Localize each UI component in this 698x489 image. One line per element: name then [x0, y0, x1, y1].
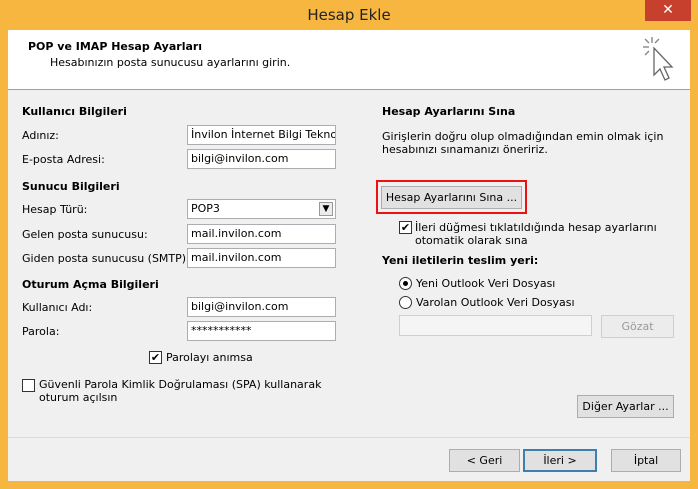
password-input[interactable]: ***********	[187, 321, 336, 341]
title-bar: Hesap Ekle ✕	[0, 0, 698, 30]
back-button[interactable]: < Geri	[449, 449, 520, 472]
email-label: E-posta Adresi:	[22, 153, 105, 166]
test-desc-line2: hesabınızı sınamanızı öneririz.	[382, 143, 548, 156]
existing-data-file-radio[interactable]	[399, 296, 412, 309]
auto-test-checkbox[interactable]: ✔	[399, 221, 412, 234]
spa-label-line1: Güvenli Parola Kimlik Doğrulaması (SPA) …	[39, 378, 322, 391]
existing-data-file-input[interactable]	[399, 315, 592, 336]
auto-test-label-line1: İleri düğmesi tıklatıldığında hesap ayar…	[415, 221, 657, 234]
dialog-client: POP ve IMAP Hesap Ayarları Hesabınızın p…	[8, 30, 690, 481]
spa-label-line2: oturum açılsın	[39, 391, 118, 404]
remember-password-checkbox[interactable]: ✔	[149, 351, 162, 364]
test-settings-heading: Hesap Ayarlarını Sına	[382, 105, 516, 118]
spa-checkbox[interactable]	[22, 379, 35, 392]
close-button[interactable]: ✕	[645, 0, 691, 21]
remember-password-label: Parolayı anımsa	[166, 351, 253, 364]
logon-info-heading: Oturum Açma Bilgileri	[22, 278, 159, 291]
email-input[interactable]: bilgi@invilon.com	[187, 149, 336, 169]
incoming-server-label: Gelen posta sunucusu:	[22, 228, 148, 241]
form-area: Kullanıcı Bilgileri Adınız: İnvilon İnte…	[8, 91, 690, 481]
page-title: POP ve IMAP Hesap Ayarları	[28, 40, 203, 53]
dialog-window: Hesap Ekle ✕ POP ve IMAP Hesap Ayarları …	[0, 0, 698, 489]
existing-data-file-label: Varolan Outlook Veri Dosyası	[416, 296, 575, 309]
next-button[interactable]: İleri >	[523, 449, 597, 472]
test-settings-button[interactable]: Hesap Ayarlarını Sına ...	[381, 186, 522, 209]
outgoing-server-input[interactable]: mail.invilon.com	[187, 248, 336, 268]
more-settings-button[interactable]: Diğer Ayarlar ...	[577, 395, 674, 418]
cursor-sparkle-icon	[643, 37, 674, 81]
browse-button[interactable]: Gözat	[601, 315, 674, 338]
chevron-down-icon[interactable]: ▼	[319, 202, 333, 216]
server-info-heading: Sunucu Bilgileri	[22, 180, 120, 193]
new-data-file-radio[interactable]	[399, 277, 412, 290]
name-label: Adınız:	[22, 129, 59, 142]
account-type-select[interactable]: POP3 ▼	[187, 199, 336, 219]
header-banner: POP ve IMAP Hesap Ayarları Hesabınızın p…	[8, 30, 690, 90]
auto-test-label-line2: otomatik olarak sına	[415, 234, 528, 247]
delivery-heading: Yeni iletilerin teslim yeri:	[382, 254, 539, 267]
close-icon: ✕	[662, 2, 674, 18]
username-label: Kullanıcı Adı:	[22, 301, 93, 314]
account-type-label: Hesap Türü:	[22, 203, 88, 216]
username-input[interactable]: bilgi@invilon.com	[187, 297, 336, 317]
password-label: Parola:	[22, 325, 60, 338]
check-icon: ✔	[150, 351, 161, 364]
account-type-value: POP3	[191, 202, 220, 215]
incoming-server-input[interactable]: mail.invilon.com	[187, 224, 336, 244]
footer-divider	[8, 437, 690, 438]
page-subtitle: Hesabınızın posta sunucusu ayarlarını gi…	[50, 56, 291, 69]
new-data-file-label: Yeni Outlook Veri Dosyası	[416, 277, 556, 290]
window-title: Hesap Ekle	[307, 6, 391, 24]
check-icon: ✔	[400, 221, 411, 234]
user-info-heading: Kullanıcı Bilgileri	[22, 105, 127, 118]
outgoing-server-label: Giden posta sunucusu (SMTP):	[22, 252, 190, 265]
cancel-button[interactable]: İptal	[611, 449, 681, 472]
test-desc-line1: Girişlerin doğru olup olmadığından emin …	[382, 130, 664, 143]
name-input[interactable]: İnvilon İnternet Bilgi Teknoloj	[187, 125, 336, 145]
